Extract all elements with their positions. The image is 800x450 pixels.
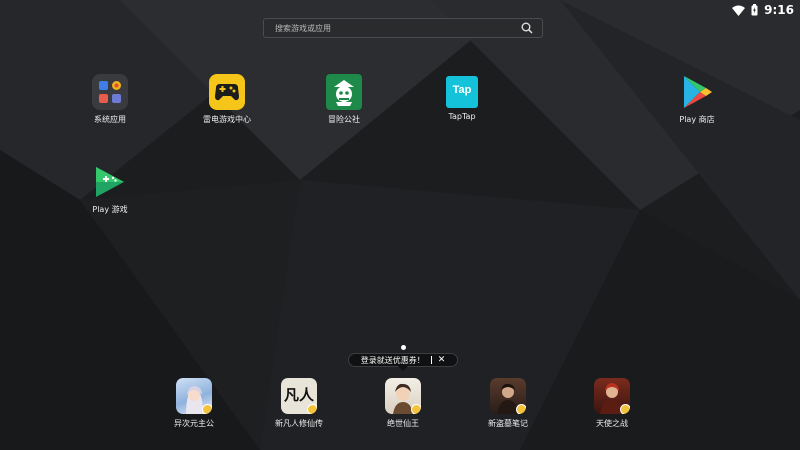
badge-icon (516, 404, 526, 414)
angel-warrior-game-icon (594, 378, 630, 414)
page-indicator (401, 345, 406, 350)
badge-icon (620, 404, 630, 414)
search-icon[interactable] (518, 19, 536, 37)
app-label: 新凡人修仙传 (275, 419, 323, 428)
dock-game-2[interactable]: 凡人 新凡人修仙传 (259, 378, 339, 429)
anime-girl-game-icon (176, 378, 212, 414)
taptap-icon: Tap (446, 76, 478, 108)
status-bar: 9:16 (704, 0, 800, 20)
app-play-store[interactable]: Play 商店 (652, 74, 742, 125)
badge-icon (411, 404, 421, 414)
app-label: Play 游戏 (92, 205, 128, 214)
play-store-icon (679, 74, 715, 110)
search-bar[interactable]: 搜索游戏或应用 (263, 18, 543, 38)
app-label: TapTap (448, 112, 476, 121)
app-play-games[interactable]: Play 游戏 (65, 164, 155, 215)
app-taptap[interactable]: Tap TapTap (417, 74, 507, 121)
badge-icon (307, 404, 317, 414)
promo-banner[interactable]: 登录就送优惠券！ ✕ (348, 353, 458, 367)
promo-text: 登录就送优惠券！ (360, 355, 425, 365)
app-game-center[interactable]: 雷电游戏中心 (182, 74, 272, 125)
search-input[interactable]: 搜索游戏或应用 (264, 23, 518, 34)
adventure-club-icon (326, 74, 362, 110)
dock-game-1[interactable]: 异次元主公 (154, 378, 234, 429)
promo-pointer (398, 366, 408, 371)
play-games-icon (92, 164, 128, 200)
app-label: Play 商店 (679, 115, 715, 124)
app-label: 系统应用 (94, 115, 126, 124)
app-label: 天使之战 (596, 419, 628, 428)
wifi-icon (732, 5, 746, 16)
dock-game-4[interactable]: 新盗墓笔记 (468, 378, 548, 429)
app-adventure-club[interactable]: 冒险公社 (299, 74, 389, 125)
app-label: 新盗墓笔记 (488, 419, 528, 428)
close-icon[interactable]: ✕ (438, 356, 446, 365)
clock: 9:16 (764, 3, 794, 17)
app-label: 冒险公社 (328, 115, 360, 124)
app-label: 雷电游戏中心 (203, 115, 251, 124)
system-apps-folder-icon (92, 74, 128, 110)
dock-game-3[interactable]: 绝世仙王 (363, 378, 443, 429)
app-system-apps[interactable]: 系统应用 (65, 74, 155, 125)
promo-divider (430, 356, 432, 364)
badge-icon (202, 404, 212, 414)
hero-portrait-game-icon (385, 378, 421, 414)
game-center-icon (209, 74, 245, 110)
app-label: 绝世仙王 (387, 419, 419, 428)
calligraphy-game-icon: 凡人 (281, 378, 317, 414)
tomb-explorer-game-icon (490, 378, 526, 414)
app-label: 异次元主公 (174, 419, 214, 428)
battery-icon (751, 4, 758, 16)
dock-game-5[interactable]: 天使之战 (572, 378, 652, 429)
